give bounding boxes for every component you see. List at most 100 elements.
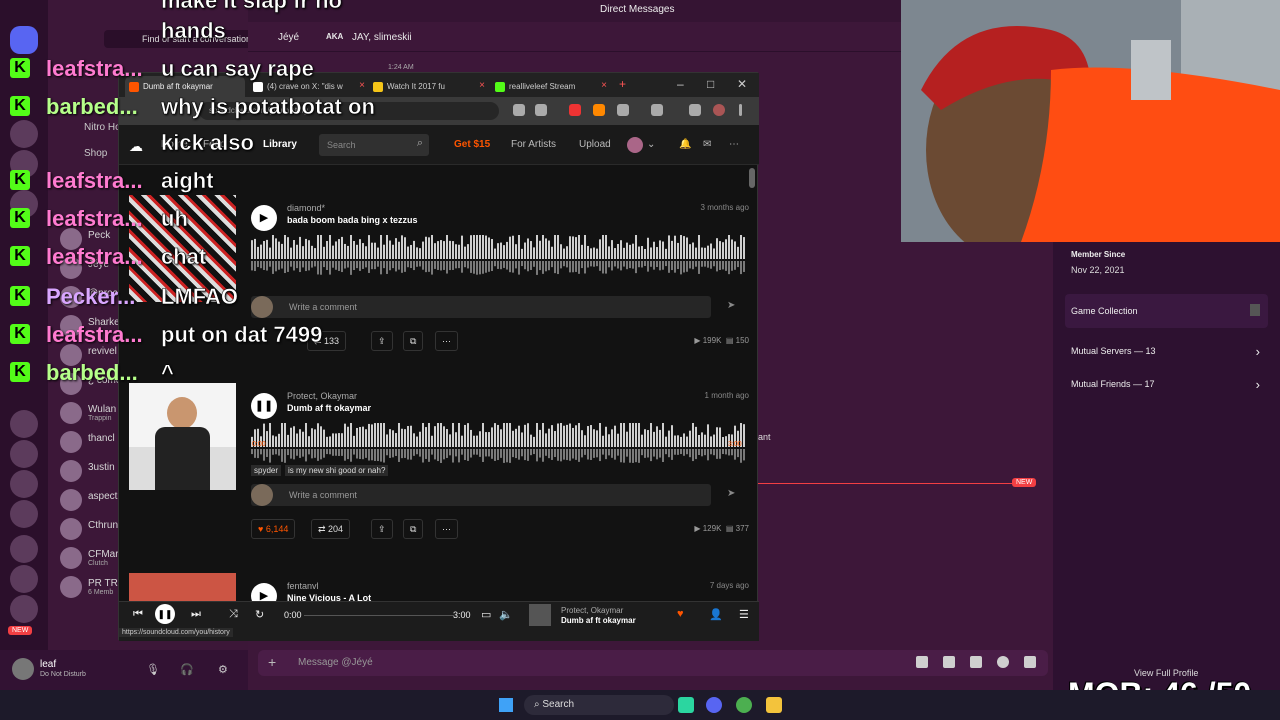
- bell-icon[interactable]: 🔔: [679, 139, 691, 150]
- windows-start-icon[interactable]: [499, 698, 513, 712]
- now-playing-artist[interactable]: Protect, Okaymar: [561, 606, 623, 615]
- close-tab-icon[interactable]: ×: [479, 80, 485, 91]
- track-title[interactable]: Nine Vicious - A Lot: [287, 593, 371, 601]
- follow-icon[interactable]: 👤: [709, 608, 723, 621]
- repost-button[interactable]: ⇄ 204: [311, 519, 351, 539]
- star-icon[interactable]: [535, 104, 547, 116]
- taskbar-search[interactable]: ⌕ Search: [524, 695, 674, 715]
- microphone-icon[interactable]: 🎙: [146, 663, 160, 676]
- close-tab-icon[interactable]: ×: [359, 80, 365, 91]
- track-title[interactable]: Dumb af ft okaymar: [287, 403, 371, 413]
- volume-icon[interactable]: 🔈: [499, 608, 513, 621]
- track-artist[interactable]: diamond*: [287, 203, 325, 213]
- kebab-menu-icon[interactable]: [739, 104, 742, 116]
- sticker-icon[interactable]: [970, 656, 982, 668]
- track-artwork[interactable]: [129, 573, 236, 601]
- mail-icon[interactable]: ✉: [703, 139, 711, 150]
- previous-icon[interactable]: ⏮: [133, 608, 143, 621]
- add-attachment-icon[interactable]: +: [268, 654, 276, 670]
- file-explorer-icon[interactable]: [766, 697, 782, 713]
- gif-icon[interactable]: [943, 656, 955, 668]
- now-playing-artwork[interactable]: [529, 604, 551, 626]
- close-window-icon[interactable]: ✕: [737, 77, 747, 91]
- shuffle-icon[interactable]: ⤨: [229, 608, 238, 621]
- emoji-icon[interactable]: [997, 656, 1009, 668]
- like-button[interactable]: ♥ 6,144: [251, 519, 296, 539]
- server-icon[interactable]: [10, 410, 38, 438]
- server-icon[interactable]: [10, 120, 38, 148]
- soundcloud-search-input[interactable]: Search ⌕: [319, 134, 429, 156]
- track-artist[interactable]: fentanvl: [287, 581, 319, 591]
- progress-bar[interactable]: [304, 615, 454, 616]
- upload-link[interactable]: Upload: [579, 139, 611, 150]
- play-button[interactable]: ▶: [251, 583, 277, 601]
- gift-icon[interactable]: [916, 656, 928, 668]
- server-icon[interactable]: [10, 595, 38, 623]
- discord-home-icon[interactable]: [10, 26, 38, 54]
- message-input[interactable]: + Message @Jéyé: [258, 650, 1048, 676]
- more-icon[interactable]: ⋯: [729, 139, 739, 150]
- like-icon[interactable]: ♥: [677, 608, 684, 620]
- play-button[interactable]: ▶: [251, 205, 277, 231]
- server-icon[interactable]: [10, 440, 38, 468]
- queue-icon[interactable]: ☰: [739, 608, 749, 621]
- next-icon[interactable]: ⏭: [191, 608, 201, 621]
- comment-input[interactable]: Write a comment: [251, 484, 711, 506]
- new-tab-button[interactable]: +: [619, 77, 626, 91]
- install-icon[interactable]: [513, 104, 525, 116]
- server-icon[interactable]: [10, 535, 38, 563]
- profile-icon[interactable]: [713, 104, 725, 116]
- avatar[interactable]: [627, 137, 643, 153]
- apps-icon[interactable]: [1024, 656, 1036, 668]
- search-icon[interactable]: ⌕: [417, 137, 423, 150]
- track-title[interactable]: bada boom bada bing x tezzus: [287, 215, 418, 225]
- pause-button[interactable]: ❚❚: [251, 393, 277, 419]
- soundcloud-logo-icon[interactable]: ☁: [129, 138, 143, 155]
- more-icon[interactable]: ⋯: [435, 331, 458, 351]
- repeat-icon[interactable]: ↻: [255, 608, 264, 621]
- avatar[interactable]: [12, 658, 34, 680]
- sidebar-icon[interactable]: [651, 104, 663, 116]
- tab-kick[interactable]: realliveleef Stream ×: [491, 76, 611, 97]
- media-icon[interactable]: [689, 104, 701, 116]
- discord-taskbar-icon[interactable]: [706, 697, 722, 713]
- mutual-servers[interactable]: Mutual Servers — 13 ›: [1071, 344, 1266, 359]
- mutual-friends[interactable]: Mutual Friends — 17 ›: [1071, 377, 1266, 392]
- server-icon[interactable]: [10, 500, 38, 528]
- waveform[interactable]: [251, 235, 746, 279]
- chrome-taskbar-icon[interactable]: [736, 697, 752, 713]
- waveform[interactable]: [251, 423, 746, 467]
- server-icon[interactable]: [10, 565, 38, 593]
- game-collection[interactable]: Game Collection: [1071, 304, 1266, 316]
- chevron-down-icon[interactable]: ⌄: [647, 139, 655, 150]
- more-icon[interactable]: ⋯: [435, 519, 458, 539]
- scrollbar[interactable]: [749, 168, 755, 188]
- server-icon[interactable]: [10, 470, 38, 498]
- share-icon[interactable]: ⇪: [371, 331, 393, 351]
- headphones-icon[interactable]: 🎧: [180, 663, 194, 676]
- comment-input[interactable]: Write a comment: [251, 296, 711, 318]
- track-artwork[interactable]: [129, 383, 236, 490]
- minimize-icon[interactable]: –: [677, 77, 684, 91]
- extension-icon[interactable]: [593, 104, 605, 116]
- track-artist[interactable]: Protect, Okaymar: [287, 391, 357, 401]
- send-icon[interactable]: ➤: [727, 300, 735, 311]
- now-playing-title[interactable]: Dumb af ft okaymar: [561, 616, 636, 625]
- tab-movie[interactable]: Watch It 2017 fu ×: [369, 76, 489, 97]
- nav-library[interactable]: Library: [263, 139, 297, 150]
- app-icon[interactable]: [678, 697, 694, 713]
- extension-icon[interactable]: [569, 104, 581, 116]
- share-icon[interactable]: ⇪: [371, 519, 393, 539]
- extensions-icon[interactable]: [617, 104, 629, 116]
- copy-link-icon[interactable]: ⧉: [403, 519, 424, 539]
- gear-icon[interactable]: ⚙: [218, 663, 228, 676]
- get-offer-link[interactable]: Get $15: [454, 139, 490, 150]
- send-icon[interactable]: ➤: [727, 488, 735, 499]
- cast-icon[interactable]: ▭: [481, 608, 491, 621]
- shop-link[interactable]: Shop: [84, 148, 107, 159]
- pause-icon[interactable]: ❚❚: [155, 604, 175, 624]
- for-artists-link[interactable]: For Artists: [511, 139, 556, 150]
- maximize-icon[interactable]: □: [707, 77, 714, 91]
- close-tab-icon[interactable]: ×: [601, 80, 607, 91]
- copy-link-icon[interactable]: ⧉: [403, 331, 424, 351]
